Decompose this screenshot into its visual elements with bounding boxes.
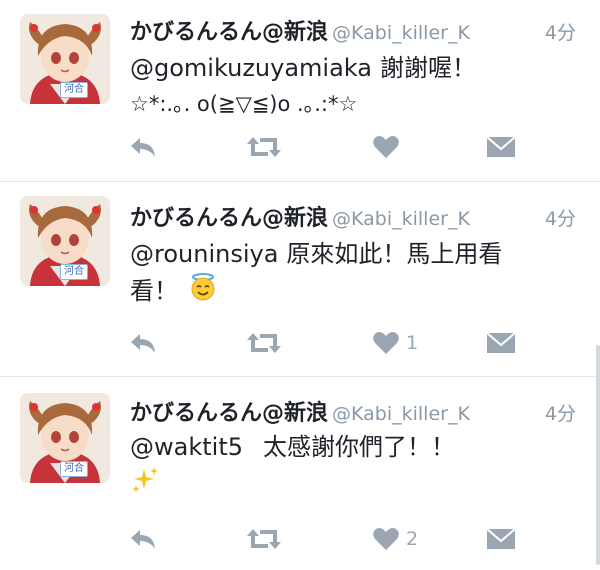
like-count: 2 xyxy=(406,528,419,550)
envelope-icon xyxy=(486,528,516,549)
avatar[interactable]: 河合 xyxy=(20,196,110,286)
avatar[interactable]: 河合 xyxy=(20,14,110,104)
envelope-icon xyxy=(486,136,516,157)
tweet-body-line2: 看！ xyxy=(130,277,178,305)
direct-message-button[interactable] xyxy=(486,524,516,554)
display-name[interactable]: かびるんるん@新浪 xyxy=(130,206,328,231)
like-button[interactable] xyxy=(372,132,406,162)
smiling-face-with-halo-icon xyxy=(188,272,218,312)
tweet-header: かびるんるん@新浪 @Kabi_killer_K xyxy=(130,14,470,46)
envelope-icon xyxy=(486,332,516,353)
reply-icon xyxy=(131,334,155,353)
retweet-button[interactable] xyxy=(246,524,282,554)
retweet-button[interactable] xyxy=(246,328,282,358)
display-name[interactable]: かびるんるん@新浪 xyxy=(130,401,328,426)
tweet-header: かびるんるん@新浪 @Kabi_killer_K xyxy=(130,200,470,232)
tweet-text: @gomikuzuyamiaka 謝謝喔！ ☆*:.｡. o(≧▽≦)o .｡.:… xyxy=(130,50,570,122)
reply-icon xyxy=(131,530,155,549)
retweet-icon xyxy=(247,529,281,549)
like-button[interactable]: 2 xyxy=(372,524,418,554)
user-handle[interactable]: @Kabi_killer_K xyxy=(332,403,470,425)
like-count: 1 xyxy=(406,332,419,354)
tweet-text: @rouninsiya 原來如此！馬上用看 看！ xyxy=(130,236,570,312)
tweet-header: かびるんるん@新浪 @Kabi_killer_K xyxy=(130,395,470,427)
mention-link[interactable]: @rouninsiya xyxy=(130,240,278,268)
tweet-3[interactable]: 河合 かびるんるん@新浪 @Kabi_killer_K 4分 @waktit5 太感… xyxy=(0,377,600,570)
tweet-actions xyxy=(128,132,528,162)
retweet-button[interactable] xyxy=(246,132,282,162)
mention-link[interactable]: @waktit5 xyxy=(130,433,243,461)
user-handle[interactable]: @Kabi_killer_K xyxy=(332,208,470,230)
timestamp[interactable]: 4分 xyxy=(545,18,576,45)
mention-link[interactable]: @gomikuzuyamiaka xyxy=(130,54,372,82)
tweet-body: 原來如此！馬上用看 xyxy=(286,240,503,268)
timestamp[interactable]: 4分 xyxy=(545,399,576,426)
tweet-body: 太感謝你們了！！ xyxy=(263,433,455,461)
avatar-tag: 河合 xyxy=(60,82,88,98)
avatar-tag: 河合 xyxy=(60,264,88,280)
avatar-tag: 河合 xyxy=(60,461,88,477)
retweet-icon xyxy=(247,137,281,157)
reply-button[interactable] xyxy=(128,132,158,162)
scrollbar[interactable] xyxy=(596,345,600,565)
direct-message-button[interactable] xyxy=(486,132,516,162)
display-name[interactable]: かびるんるん@新浪 xyxy=(130,20,328,45)
timestamp[interactable]: 4分 xyxy=(545,204,576,231)
tweet-body-line2: ☆*:.｡. o(≧▽≦)o .｡.:*☆ xyxy=(130,92,358,116)
tweet-actions: 2 xyxy=(128,524,528,554)
reply-icon xyxy=(131,138,155,157)
like-button[interactable]: 1 xyxy=(372,328,418,358)
retweet-icon xyxy=(247,333,281,353)
tweet-body: 謝謝喔！ xyxy=(380,54,476,82)
reply-button[interactable] xyxy=(128,328,158,358)
heart-icon xyxy=(373,332,399,354)
avatar[interactable]: 河合 xyxy=(20,393,110,483)
reply-button[interactable] xyxy=(128,524,158,554)
tweet-1[interactable]: 河合 かびるんるん@新浪 @Kabi_killer_K 4分 @gomikuzuy… xyxy=(0,0,600,181)
heart-icon xyxy=(373,528,399,550)
tweet-text: @waktit5 太感謝你們了！！ xyxy=(130,429,570,505)
heart-icon xyxy=(373,136,399,158)
sparkles-icon xyxy=(130,465,160,505)
tweet-2[interactable]: 河合 かびるんるん@新浪 @Kabi_killer_K 4分 @rouninsiy… xyxy=(0,182,600,372)
direct-message-button[interactable] xyxy=(486,328,516,358)
tweet-actions: 1 xyxy=(128,328,528,358)
user-handle[interactable]: @Kabi_killer_K xyxy=(332,22,470,44)
